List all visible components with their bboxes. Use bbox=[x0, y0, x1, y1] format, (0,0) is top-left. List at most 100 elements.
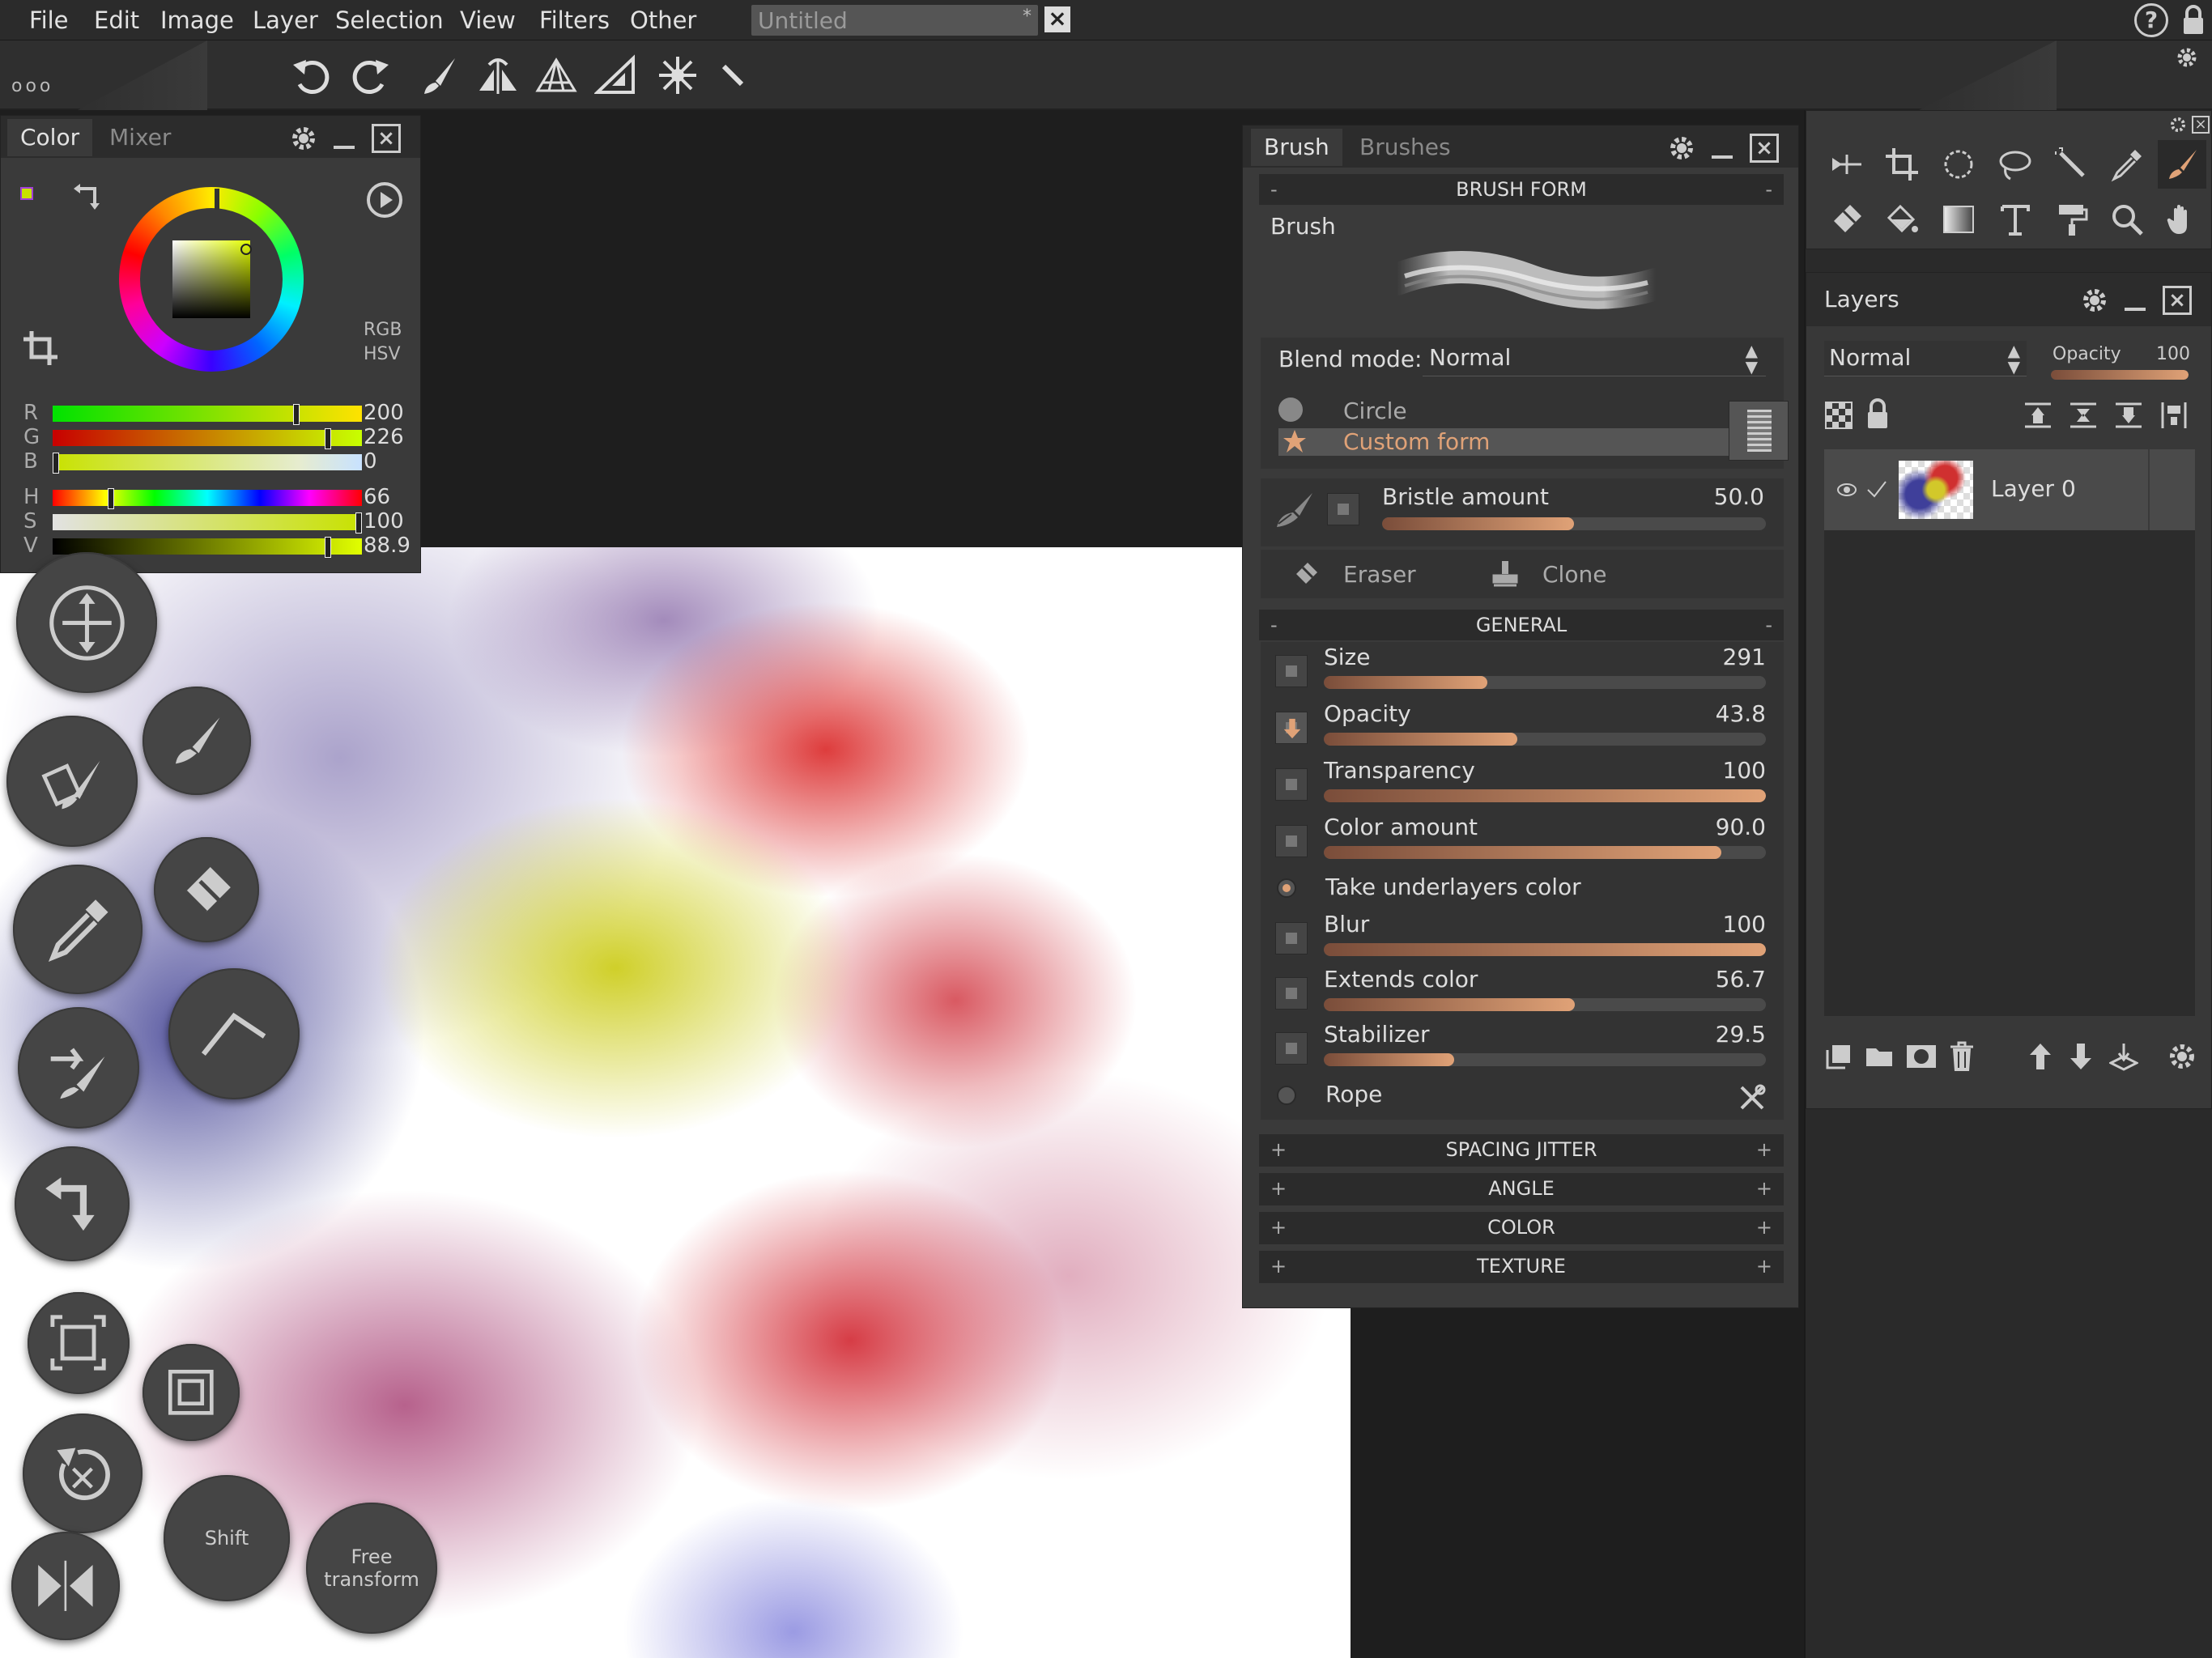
prop-extends-color[interactable]: Extends color 56.7 bbox=[1261, 964, 1784, 1021]
opacity-pressure-toggle[interactable] bbox=[1275, 712, 1308, 744]
minimize-icon[interactable] bbox=[2121, 286, 2150, 315]
layer-name[interactable]: Layer 0 bbox=[1991, 475, 2076, 502]
fill-tool[interactable] bbox=[1878, 195, 1926, 244]
menu-view[interactable]: View bbox=[460, 6, 516, 34]
line-tool-button[interactable] bbox=[168, 968, 300, 1099]
help-icon[interactable]: ? bbox=[2134, 3, 2168, 37]
form-circle-label[interactable]: Circle bbox=[1343, 397, 1407, 424]
texture-header[interactable]: + TEXTURE + bbox=[1259, 1251, 1784, 1283]
prop-opacity[interactable]: Opacity 43.8 bbox=[1261, 699, 1784, 755]
straight-line-icon[interactable] bbox=[708, 50, 758, 100]
transparency-slider[interactable] bbox=[1324, 789, 1766, 802]
close-document-icon[interactable]: × bbox=[1044, 6, 1070, 32]
general-header[interactable]: - GENERAL - bbox=[1259, 610, 1784, 640]
tab-brush[interactable]: Brush bbox=[1251, 129, 1342, 166]
clone-label[interactable]: Clone bbox=[1542, 561, 1606, 588]
extends-color-checkbox[interactable] bbox=[1275, 977, 1308, 1010]
slider-track[interactable] bbox=[53, 428, 362, 449]
mandala-icon[interactable] bbox=[653, 50, 703, 100]
take-underlayers-radio[interactable] bbox=[1277, 878, 1296, 898]
clone-stamp-icon[interactable] bbox=[1489, 558, 1521, 590]
prop-size[interactable]: Size 291 bbox=[1261, 642, 1784, 699]
ruler-icon[interactable] bbox=[591, 50, 641, 100]
saturation-value-square[interactable] bbox=[172, 240, 250, 318]
magic-wand-tool[interactable] bbox=[2048, 140, 2096, 189]
slider-track[interactable] bbox=[53, 453, 362, 474]
minimize-icon[interactable] bbox=[1708, 134, 1737, 163]
lock-icon[interactable] bbox=[2181, 5, 2206, 36]
blur-slider[interactable] bbox=[1324, 943, 1766, 956]
blur-checkbox[interactable] bbox=[1275, 922, 1308, 954]
crop-icon[interactable] bbox=[22, 329, 59, 367]
fit-screen-button[interactable] bbox=[28, 1292, 130, 1394]
menu-edit[interactable]: Edit bbox=[94, 6, 139, 34]
take-underlayers-row[interactable]: Take underlayers color bbox=[1261, 869, 1784, 909]
flip-canvas-button[interactable] bbox=[11, 1532, 120, 1640]
move-tool[interactable] bbox=[1823, 140, 1871, 189]
mode-hsv[interactable]: HSV bbox=[364, 344, 401, 364]
panel-settings-gear-icon[interactable] bbox=[1667, 134, 1696, 163]
minimize-icon[interactable] bbox=[330, 124, 359, 153]
close-icon[interactable]: × bbox=[1750, 134, 1779, 163]
bristle-checkbox[interactable] bbox=[1327, 493, 1359, 525]
actual-size-button[interactable] bbox=[143, 1344, 240, 1441]
tab-color[interactable]: Color bbox=[7, 119, 93, 156]
size-checkbox[interactable] bbox=[1275, 655, 1308, 687]
brush-icon[interactable] bbox=[415, 50, 465, 100]
new-group-folder-icon[interactable] bbox=[1865, 1042, 1894, 1071]
align-bottom-icon[interactable] bbox=[2114, 401, 2143, 430]
symmetry-icon[interactable] bbox=[473, 50, 523, 100]
mode-rgb[interactable]: RGB bbox=[364, 320, 402, 340]
slider-track[interactable] bbox=[53, 404, 362, 425]
brush-tool-active[interactable] bbox=[2158, 140, 2206, 189]
layer-mask-icon[interactable] bbox=[1905, 1042, 1938, 1071]
slider-handle[interactable] bbox=[355, 512, 362, 534]
gradient-tool[interactable] bbox=[1934, 195, 1983, 244]
brush-form-header[interactable]: - BRUSH FORM - bbox=[1259, 174, 1784, 205]
eyedropper-button[interactable] bbox=[13, 865, 143, 994]
clone-tool[interactable] bbox=[2048, 195, 2096, 244]
tab-mixer[interactable]: Mixer bbox=[96, 119, 184, 156]
menu-layer[interactable]: Layer bbox=[253, 6, 318, 34]
rotate-reset-button[interactable] bbox=[23, 1414, 143, 1533]
new-layer-icon[interactable] bbox=[1824, 1042, 1853, 1071]
slider-handle[interactable] bbox=[53, 453, 59, 474]
brush-button[interactable] bbox=[143, 687, 251, 795]
slider-handle[interactable] bbox=[293, 404, 300, 425]
document-tab[interactable]: Untitled * bbox=[751, 5, 1038, 36]
rope-radio[interactable] bbox=[1277, 1086, 1296, 1105]
size-slider[interactable] bbox=[1324, 676, 1766, 689]
hand-tool[interactable] bbox=[2158, 195, 2206, 244]
prop-transparency[interactable]: Transparency 100 bbox=[1261, 755, 1784, 812]
eraser-label[interactable]: Eraser bbox=[1343, 561, 1416, 588]
spacing-jitter-header[interactable]: + SPACING JITTER + bbox=[1259, 1134, 1784, 1167]
layer-thumbnail[interactable] bbox=[1899, 461, 1973, 519]
rope-row[interactable]: Rope bbox=[1261, 1076, 1784, 1120]
tools-settings-gear-icon[interactable] bbox=[2169, 116, 2187, 134]
close-icon[interactable]: × bbox=[372, 124, 401, 153]
menu-image[interactable]: Image bbox=[160, 6, 234, 34]
paint-bucket-brush-button[interactable] bbox=[6, 716, 138, 847]
eraser-button[interactable] bbox=[154, 837, 259, 942]
stabilizer-slider[interactable] bbox=[1324, 1053, 1766, 1066]
layers-settings-gear-icon[interactable] bbox=[2080, 286, 2109, 315]
menu-file[interactable]: File bbox=[29, 6, 69, 34]
bristle-brush-icon[interactable] bbox=[1272, 488, 1316, 532]
circle-form-icon[interactable] bbox=[1278, 397, 1303, 422]
swap-colors-icon[interactable] bbox=[72, 182, 101, 211]
color-amount-checkbox[interactable] bbox=[1275, 825, 1308, 857]
align-middle-icon[interactable] bbox=[2069, 401, 2098, 430]
color-header[interactable]: + COLOR + bbox=[1259, 1212, 1784, 1244]
crop-tool[interactable] bbox=[1878, 140, 1926, 189]
color-amount-slider[interactable] bbox=[1324, 846, 1766, 859]
slider-track[interactable] bbox=[53, 488, 362, 509]
color-picker-marker[interactable] bbox=[240, 244, 252, 255]
layer-opacity-slider[interactable] bbox=[2051, 370, 2189, 380]
layer-options-gear-icon[interactable] bbox=[2167, 1042, 2197, 1071]
slider-s[interactable]: S 100 bbox=[23, 509, 404, 534]
lasso-tool[interactable] bbox=[1991, 140, 2040, 189]
slider-r[interactable]: R 200 bbox=[23, 401, 404, 425]
menu-other[interactable]: Other bbox=[630, 6, 696, 34]
current-color-swatch[interactable] bbox=[20, 187, 33, 200]
slider-track[interactable] bbox=[53, 537, 362, 558]
